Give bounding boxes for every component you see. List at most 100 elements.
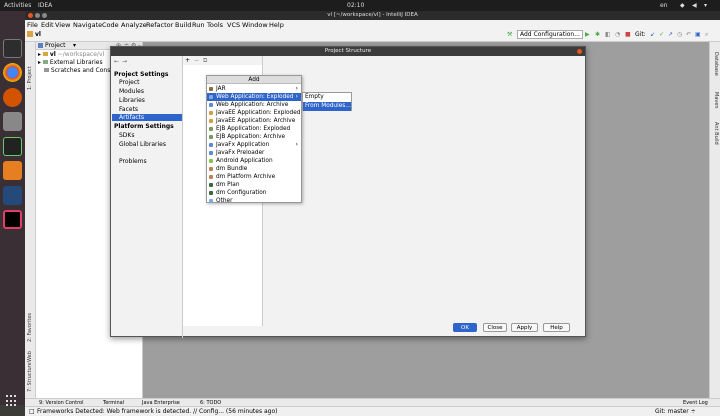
build-hammer-icon[interactable]: ⚒: [507, 31, 512, 38]
debug-icon[interactable]: ✱: [595, 31, 600, 38]
nav-item-libraries[interactable]: Libraries: [119, 97, 145, 104]
menu-navigate[interactable]: Navigate: [73, 21, 102, 29]
network-tool-icon[interactable]: [3, 186, 22, 205]
git-branch-widget[interactable]: Git: master ÷: [655, 408, 696, 415]
tool-tab-maven[interactable]: Maven: [713, 92, 719, 109]
tree-node-root[interactable]: ▸ vl ~/workspace/vl: [38, 51, 104, 58]
submenu-item-empty[interactable]: Empty: [303, 93, 351, 102]
menu-analyze[interactable]: Analyze: [121, 21, 147, 29]
vcs-revert-icon[interactable]: ↶: [686, 31, 691, 38]
popup-item-other[interactable]: Other: [207, 197, 301, 205]
vcs-commit-icon[interactable]: ✓: [659, 31, 664, 38]
expand-arrow-icon[interactable]: ▸: [38, 51, 41, 58]
popup-item-dm-configuration[interactable]: dm Configuration: [207, 189, 301, 197]
help-button[interactable]: Help: [543, 323, 570, 332]
menu-edit[interactable]: Edit: [41, 21, 54, 29]
popup-item-javaee-archive[interactable]: JavaEE Application: Archive: [207, 117, 301, 125]
tool-tab-database[interactable]: Database: [713, 52, 719, 76]
sublime-icon[interactable]: [3, 161, 22, 180]
show-apps-icon[interactable]: [6, 395, 18, 407]
vcs-update-icon[interactable]: ↙: [650, 31, 655, 38]
nav-item-project[interactable]: Project: [119, 79, 140, 86]
settings-gear-icon[interactable]: [3, 88, 22, 107]
project-structure-icon[interactable]: ▣: [695, 31, 701, 38]
network-icon[interactable]: ◆: [680, 2, 685, 9]
tool-tab-favorites[interactable]: 2: Favorites: [27, 313, 33, 342]
forward-arrow-icon[interactable]: →: [122, 58, 127, 65]
maximize-window-icon[interactable]: [42, 13, 47, 18]
copy-artifact-icon[interactable]: ⧉: [203, 57, 207, 65]
expand-arrow-icon[interactable]: ▸: [38, 59, 41, 66]
minimize-window-icon[interactable]: [35, 13, 40, 18]
terminal-icon[interactable]: [3, 39, 22, 58]
popup-item-android-app[interactable]: Android Application: [207, 157, 301, 165]
tool-tab-web[interactable]: Web: [27, 351, 33, 362]
system-monitor-icon[interactable]: [3, 137, 22, 156]
volume-icon[interactable]: ◀: [692, 2, 697, 9]
activities-button[interactable]: Activities: [4, 2, 31, 9]
nav-item-artifacts[interactable]: Artifacts: [112, 114, 182, 121]
popup-item-ejb-exploded[interactable]: EJB Application: Exploded: [207, 125, 301, 133]
add-configuration-button[interactable]: Add Configuration...: [517, 30, 583, 39]
status-message[interactable]: Frameworks Detected: Web framework is de…: [37, 408, 278, 415]
menu-file[interactable]: File: [27, 21, 38, 29]
menu-tools[interactable]: Tools: [207, 21, 223, 29]
camera-icon[interactable]: [3, 112, 22, 131]
breadcrumb-project[interactable]: vl: [35, 31, 41, 38]
chrome-icon[interactable]: [3, 63, 22, 82]
search-everywhere-icon[interactable]: ⌕: [705, 31, 708, 39]
menu-build[interactable]: Build: [175, 21, 191, 29]
close-window-icon[interactable]: [28, 13, 33, 18]
vcs-history-icon[interactable]: ◷: [677, 31, 682, 38]
popup-item-dm-platform-archive[interactable]: dm Platform Archive: [207, 173, 301, 181]
profile-icon[interactable]: ◔: [615, 31, 620, 38]
nav-item-facets[interactable]: Facets: [119, 106, 138, 113]
popup-item-jar[interactable]: JAR ›: [207, 85, 301, 93]
menu-vcs[interactable]: VCS: [227, 21, 240, 29]
coverage-icon[interactable]: ◧: [605, 31, 611, 38]
vcs-push-icon[interactable]: ↗: [668, 31, 673, 38]
popup-item-web-app-exploded[interactable]: Web Application: Exploded ›: [207, 93, 301, 101]
nav-item-modules[interactable]: Modules: [119, 88, 144, 95]
popup-item-web-app-archive[interactable]: Web Application: Archive: [207, 101, 301, 109]
menu-help[interactable]: Help: [269, 21, 284, 29]
popup-item-label: dm Configuration: [216, 190, 267, 196]
submenu-item-from-modules[interactable]: From Modules...: [303, 102, 351, 111]
menu-refactor[interactable]: Refactor: [146, 21, 173, 29]
nav-item-global-libraries[interactable]: Global Libraries: [119, 141, 166, 148]
clock[interactable]: 02:10: [347, 2, 364, 9]
run-icon[interactable]: ▶: [585, 31, 590, 38]
intellij-icon[interactable]: [3, 210, 22, 229]
remove-artifact-icon[interactable]: −: [194, 57, 199, 64]
tree-node-external-libraries[interactable]: ▸ External Libraries: [38, 59, 103, 66]
nav-item-problems[interactable]: Problems: [119, 158, 147, 165]
app-menu[interactable]: IDEA: [38, 2, 52, 9]
power-icon[interactable]: ▾: [704, 2, 707, 9]
tool-tab-ant-build[interactable]: Ant Build: [713, 122, 719, 145]
back-arrow-icon[interactable]: ←: [114, 58, 119, 65]
tool-tab-project[interactable]: 1: Project: [27, 66, 33, 90]
menu-window[interactable]: Window: [242, 21, 268, 29]
project-view-chevron-icon[interactable]: ▾: [73, 42, 76, 49]
close-button[interactable]: Close: [483, 323, 507, 332]
dialog-close-icon[interactable]: [577, 49, 582, 54]
tool-tab-structure[interactable]: 7: Structure: [27, 362, 33, 392]
ok-button[interactable]: OK: [453, 323, 477, 332]
add-artifact-icon[interactable]: +: [185, 57, 190, 64]
popup-item-javaee-exploded[interactable]: JavaEE Application: Exploded: [207, 109, 301, 117]
popup-item-javafx-preloader[interactable]: JavaFx Preloader: [207, 149, 301, 157]
popup-item-ejb-archive[interactable]: EJB Application: Archive: [207, 133, 301, 141]
web-icon: [209, 103, 213, 107]
apply-button[interactable]: Apply: [511, 323, 538, 332]
popup-item-dm-plan[interactable]: dm Plan: [207, 181, 301, 189]
nav-item-sdks[interactable]: SDKs: [119, 132, 135, 139]
status-icon[interactable]: □: [29, 408, 35, 415]
menu-run[interactable]: Run: [192, 21, 204, 29]
popup-item-javafx-app[interactable]: JavaFx Application ›: [207, 141, 301, 149]
menu-view[interactable]: View: [55, 21, 70, 29]
menu-code[interactable]: Code: [102, 21, 119, 29]
input-source-indicator[interactable]: en: [660, 2, 668, 9]
project-view-dropdown[interactable]: Project: [45, 42, 66, 49]
stop-icon[interactable]: ■: [625, 31, 631, 38]
popup-item-dm-bundle[interactable]: dm Bundle: [207, 165, 301, 173]
